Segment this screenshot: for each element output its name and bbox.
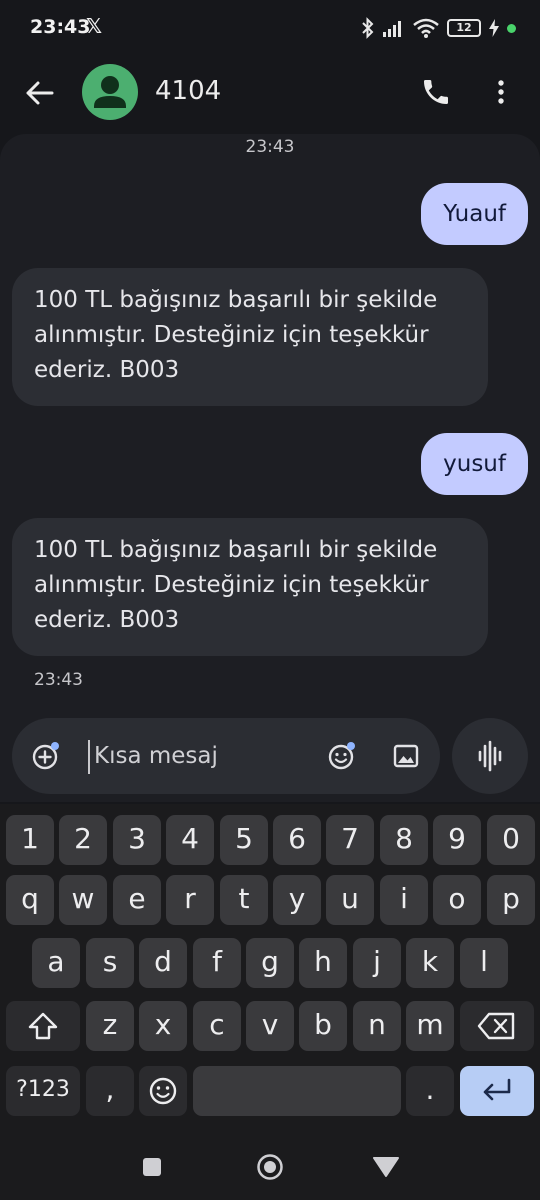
outgoing-message-bubble[interactable]: yusuf (421, 433, 528, 495)
key-q[interactable]: q (6, 875, 54, 925)
key-1[interactable]: 1 (6, 815, 54, 865)
home-circle-icon[interactable] (256, 1153, 284, 1181)
key-c[interactable]: c (193, 1001, 241, 1051)
key-l[interactable]: l (460, 938, 508, 988)
enter-icon (483, 1078, 511, 1101)
key-g[interactable]: g (246, 938, 294, 988)
emoji-key[interactable] (139, 1066, 187, 1116)
contact-name[interactable]: 4104 (155, 76, 221, 106)
shift-icon (28, 1012, 58, 1040)
key-v[interactable]: v (246, 1001, 294, 1051)
phone-icon[interactable] (420, 76, 452, 108)
emoji-icon[interactable] (326, 740, 358, 772)
backspace-key[interactable] (460, 1001, 534, 1051)
recents-square-icon[interactable] (141, 1156, 163, 1178)
period-key[interactable]: . (406, 1066, 454, 1116)
status-time: 23:43 (30, 16, 91, 38)
back-arrow-icon[interactable] (22, 76, 56, 110)
key-e[interactable]: e (113, 875, 161, 925)
bluetooth-icon (362, 17, 374, 39)
shift-key[interactable] (6, 1001, 80, 1051)
key-z[interactable]: z (86, 1001, 134, 1051)
signal-icon (383, 21, 401, 37)
key-j[interactable]: j (353, 938, 401, 988)
voice-message-button[interactable] (452, 718, 528, 794)
back-triangle-icon[interactable] (373, 1156, 399, 1178)
key-a[interactable]: a (32, 938, 80, 988)
status-bar: 23:43 𝕏 12 (0, 0, 540, 56)
conversation-thread[interactable]: 23:43 Yuauf 100 TL bağışınız başarılı bi… (0, 134, 540, 802)
key-i[interactable]: i (380, 875, 428, 925)
symbols-key[interactable]: ?123 (6, 1066, 80, 1116)
key-w[interactable]: w (59, 875, 107, 925)
key-4[interactable]: 4 (166, 815, 214, 865)
backspace-icon (477, 1012, 515, 1040)
on-screen-keyboard: 1 2 3 4 5 6 7 8 9 0 q w e r t y u i o p … (0, 804, 540, 1134)
contact-avatar-icon[interactable] (82, 64, 138, 120)
x-logo-icon: 𝕏 (86, 14, 103, 38)
message-input[interactable] (94, 734, 314, 778)
enter-key[interactable] (460, 1066, 534, 1116)
outgoing-message-bubble[interactable]: Yuauf (421, 183, 528, 245)
key-k[interactable]: k (406, 938, 454, 988)
key-s[interactable]: s (86, 938, 134, 988)
status-icons: 12 (361, 16, 516, 40)
incoming-message-bubble[interactable]: 100 TL bağışınız başarılı bir şekilde al… (12, 518, 488, 656)
gallery-icon[interactable] (390, 740, 422, 772)
battery-icon: 12 (447, 19, 481, 37)
key-6[interactable]: 6 (273, 815, 321, 865)
compose-bar (12, 718, 440, 794)
key-p[interactable]: p (487, 875, 535, 925)
key-f[interactable]: f (193, 938, 241, 988)
comma-key[interactable]: , (86, 1066, 134, 1116)
charging-icon (489, 19, 499, 37)
incoming-message-bubble[interactable]: 100 TL bağışınız başarılı bir şekilde al… (12, 268, 488, 406)
app-bar: 4104 (0, 56, 540, 136)
key-2[interactable]: 2 (59, 815, 107, 865)
message-timestamp: 23:43 (245, 137, 295, 157)
more-vert-icon[interactable] (488, 76, 514, 108)
key-h[interactable]: h (299, 938, 347, 988)
space-bar[interactable] (193, 1066, 401, 1116)
key-7[interactable]: 7 (326, 815, 374, 865)
system-navigation-bar (0, 1134, 540, 1200)
key-0[interactable]: 0 (487, 815, 535, 865)
key-8[interactable]: 8 (380, 815, 428, 865)
key-m[interactable]: m (406, 1001, 454, 1051)
voice-waveform-icon (478, 740, 502, 772)
key-b[interactable]: b (299, 1001, 347, 1051)
wifi-icon (413, 18, 439, 38)
key-n[interactable]: n (353, 1001, 401, 1051)
text-cursor (88, 740, 90, 774)
key-t[interactable]: t (220, 875, 268, 925)
message-timestamp: 23:43 (34, 670, 83, 690)
charge-indicator-dot (507, 23, 516, 33)
key-3[interactable]: 3 (113, 815, 161, 865)
key-9[interactable]: 9 (433, 815, 481, 865)
key-r[interactable]: r (166, 875, 214, 925)
add-attachment-icon[interactable] (30, 740, 62, 772)
key-5[interactable]: 5 (220, 815, 268, 865)
key-o[interactable]: o (433, 875, 481, 925)
emoji-key-icon (149, 1077, 177, 1105)
key-x[interactable]: x (139, 1001, 187, 1051)
key-u[interactable]: u (326, 875, 374, 925)
key-d[interactable]: d (139, 938, 187, 988)
key-y[interactable]: y (273, 875, 321, 925)
